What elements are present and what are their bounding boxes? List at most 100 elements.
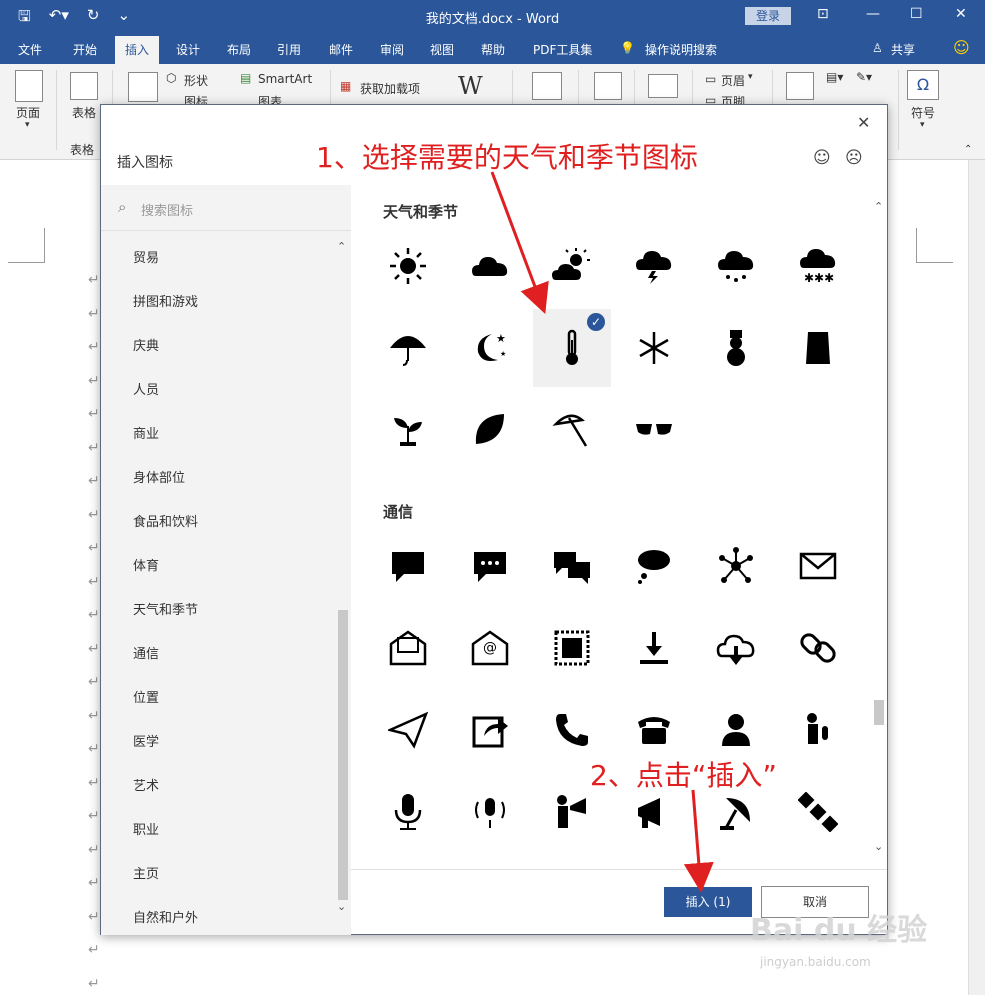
category-item[interactable]: 食品和饮料 [133, 511, 198, 530]
icon-tile[interactable] [697, 227, 775, 305]
category-item[interactable]: 贸易 [133, 247, 159, 266]
icon-tile[interactable] [697, 609, 775, 687]
tab-review[interactable]: 审阅 [380, 41, 404, 58]
shapes-button[interactable]: 形状 [184, 72, 208, 89]
icon-tile[interactable] [369, 609, 447, 687]
icon-tile[interactable] [451, 527, 529, 605]
tell-me-search[interactable]: 操作说明搜索 [645, 41, 717, 58]
pages-button[interactable]: 页面 [16, 104, 40, 121]
category-item[interactable]: 人员 [133, 379, 159, 398]
category-item[interactable]: 自然和户外 [133, 907, 198, 926]
comment-icon[interactable] [648, 74, 678, 98]
smartart-button[interactable]: SmartArt [258, 72, 312, 86]
icon-tile[interactable] [369, 773, 447, 851]
category-item[interactable]: 主页 [133, 863, 159, 882]
icon-tile[interactable] [533, 527, 611, 605]
category-item[interactable]: 通信 [133, 643, 159, 662]
icon-tile[interactable] [615, 527, 693, 605]
tab-references[interactable]: 引用 [277, 41, 301, 58]
icon-tile[interactable] [533, 227, 611, 305]
gallery-scrollbar[interactable]: ⌃ ⌄ [871, 200, 887, 870]
category-item[interactable]: 天气和季节 [133, 599, 198, 618]
icon-tile[interactable] [451, 227, 529, 305]
links-icon[interactable] [594, 72, 622, 100]
icon-tile[interactable] [697, 527, 775, 605]
close-window-icon[interactable]: ✕ [955, 6, 967, 22]
category-item[interactable]: 体育 [133, 555, 159, 574]
tab-mailings[interactable]: 邮件 [329, 41, 353, 58]
header-button[interactable]: 页眉 [721, 72, 745, 89]
icon-tile[interactable] [779, 773, 857, 851]
icon-tile[interactable] [369, 227, 447, 305]
wikipedia-icon[interactable]: W [458, 72, 483, 100]
icon-tile[interactable] [451, 773, 529, 851]
category-item[interactable]: 拼图和游戏 [133, 291, 198, 310]
close-icon[interactable]: ✕ [857, 113, 870, 132]
category-item[interactable]: 艺术 [133, 775, 159, 794]
scroll-up-icon[interactable]: ⌃ [337, 240, 346, 253]
icon-tile[interactable] [779, 609, 857, 687]
tab-insert[interactable]: 插入 [115, 36, 160, 64]
category-item[interactable]: 位置 [133, 687, 159, 706]
tab-design[interactable]: 设计 [176, 41, 200, 58]
category-scrollbar[interactable]: ⌃ ⌄ [335, 240, 351, 933]
icon-tile[interactable] [451, 391, 529, 469]
tab-home[interactable]: 开始 [73, 41, 97, 58]
category-item[interactable]: 身体部位 [133, 467, 185, 486]
icon-tile[interactable]: ✱✱✱ [779, 227, 857, 305]
smiley-feedback-icon[interactable]: ☺ [953, 38, 970, 57]
get-addins-button[interactable]: 获取加载项 [360, 80, 420, 97]
icon-tile[interactable] [615, 309, 693, 387]
search-input[interactable]: 搜索图标 [141, 200, 193, 219]
icon-tile[interactable] [451, 691, 529, 769]
scrollbar-thumb[interactable] [338, 610, 348, 900]
icon-tile[interactable]: ★ ★ [451, 309, 529, 387]
icon-tile[interactable] [615, 391, 693, 469]
tab-pdf-tools[interactable]: PDF工具集 [533, 41, 592, 58]
icon-tile[interactable]: @ [451, 609, 529, 687]
tab-help[interactable]: 帮助 [481, 41, 505, 58]
pictures-icon[interactable] [128, 72, 158, 102]
icon-tile[interactable]: ✓ [533, 309, 611, 387]
tab-file[interactable]: 文件 [18, 41, 42, 58]
insert-button[interactable]: 插入 (1) [664, 887, 752, 917]
icon-tile[interactable] [779, 527, 857, 605]
tab-layout[interactable]: 布局 [227, 41, 251, 58]
icon-tile[interactable] [779, 691, 857, 769]
category-item[interactable]: 医学 [133, 731, 159, 750]
scroll-up-icon[interactable]: ⌃ [874, 200, 883, 213]
smile-feedback-icon[interactable]: ☺ [813, 148, 831, 168]
icon-tile[interactable] [533, 391, 611, 469]
quick-parts-icon[interactable]: ▤▾ [826, 70, 843, 84]
online-video-icon[interactable] [532, 72, 562, 100]
document-scrollbar[interactable] [968, 160, 985, 995]
icon-tile[interactable] [369, 309, 447, 387]
icon-tile[interactable] [615, 227, 693, 305]
signature-line-icon[interactable]: ✎▾ [856, 70, 872, 84]
icon-tile[interactable] [615, 609, 693, 687]
login-button[interactable]: 登录 [745, 7, 791, 25]
icon-tile[interactable] [369, 527, 447, 605]
text-box-icon[interactable] [786, 72, 814, 100]
tab-view[interactable]: 视图 [430, 41, 454, 58]
share-button[interactable]: 共享 [891, 41, 915, 58]
table-button[interactable]: 表格 [72, 104, 96, 121]
icon-tile[interactable] [779, 309, 857, 387]
category-item[interactable]: 商业 [133, 423, 159, 442]
category-item[interactable]: 庆典 [133, 335, 159, 354]
category-item[interactable]: 职业 [133, 819, 159, 838]
icon-tile[interactable] [369, 691, 447, 769]
search-box[interactable]: ⌕ 搜索图标 [101, 185, 351, 231]
minimize-icon[interactable]: — [866, 6, 880, 22]
scrollbar-thumb[interactable] [874, 700, 884, 725]
frown-feedback-icon[interactable]: ☹ [845, 148, 863, 168]
scroll-down-icon[interactable]: ⌄ [337, 900, 346, 913]
icon-tile[interactable] [533, 609, 611, 687]
scroll-down-icon[interactable]: ⌄ [874, 840, 883, 853]
icon-tile[interactable] [369, 391, 447, 469]
icon-tile[interactable] [697, 309, 775, 387]
maximize-icon[interactable]: ☐ [910, 6, 923, 22]
collapse-ribbon-icon[interactable]: ⌃ [964, 144, 972, 155]
symbol-button[interactable]: 符号 [911, 104, 935, 121]
ribbon-display-icon[interactable]: ⊡ [817, 6, 829, 22]
